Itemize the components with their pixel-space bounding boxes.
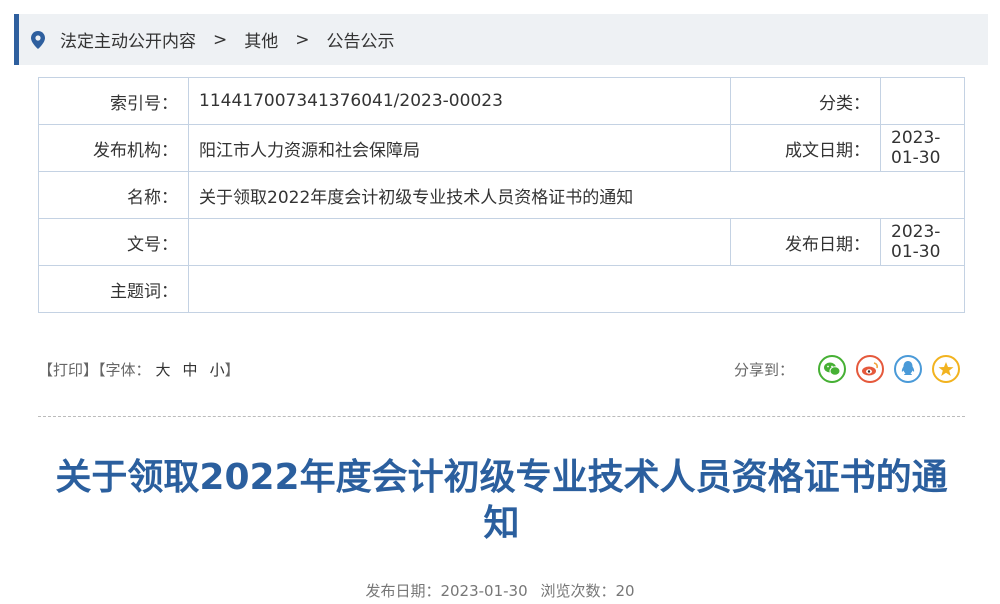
name-label: 名称：: [38, 171, 189, 219]
document-info-table: 索引号： 114417007341376041/2023-00023 分类： 发…: [38, 77, 965, 313]
print-button[interactable]: 【打印】: [38, 361, 98, 379]
font-medium-button[interactable]: 中: [183, 361, 198, 379]
table-row: 发布机构： 阳江市人力资源和社会保障局 成文日期： 2023-01-30: [38, 124, 965, 172]
font-small-button[interactable]: 小: [210, 361, 225, 379]
share-label: 分享到：: [733, 360, 794, 379]
publisher-label: 发布机构：: [38, 124, 189, 172]
index-value: 114417007341376041/2023-00023: [188, 77, 731, 125]
qq-icon[interactable]: [894, 355, 922, 383]
publish-date-value: 2023-01-30: [880, 218, 965, 266]
favorite-star-icon[interactable]: [932, 355, 960, 383]
breadcrumb-separator: >: [213, 29, 228, 50]
category-value: [880, 77, 965, 125]
font-size-suffix: 】: [224, 361, 240, 379]
article-toolbar: 【打印】【字体： 大中小】 分享到：: [38, 355, 965, 385]
table-row: 名称： 关于领取2022年度会计初级专业技术人员资格证书的通知: [38, 171, 965, 219]
breadcrumb-item-public-content[interactable]: 法定主动公开内容: [60, 27, 196, 52]
publisher-value: 阳江市人力资源和社会保障局: [188, 124, 731, 172]
article-title: 关于领取2022年度会计初级专业技术人员资格证书的通知: [55, 457, 948, 544]
print-font-tools: 【打印】【字体： 大中小】: [38, 359, 240, 380]
font-size-prefix: 【字体：: [98, 361, 151, 379]
share-bar: 分享到：: [734, 355, 960, 383]
article-view-count: 浏览次数：20: [540, 582, 635, 600]
doc-number-value: [188, 218, 731, 266]
publish-date-label: 发布日期：: [730, 218, 881, 266]
location-pin-icon: [31, 30, 45, 49]
table-row: 主题词：: [38, 265, 965, 313]
breadcrumb-item-announcements[interactable]: 公告公示: [327, 27, 395, 52]
created-date-value: 2023-01-30: [880, 124, 965, 172]
weibo-icon[interactable]: [856, 355, 884, 383]
table-row: 文号： 发布日期： 2023-01-30: [38, 218, 965, 266]
index-label: 索引号：: [38, 77, 189, 125]
category-label: 分类：: [730, 77, 881, 125]
table-row: 索引号： 114417007341376041/2023-00023 分类：: [38, 77, 965, 125]
keywords-label: 主题词：: [38, 265, 189, 313]
breadcrumb: 法定主动公开内容 > 其他 > 公告公示: [14, 14, 988, 65]
divider: [38, 416, 965, 417]
breadcrumb-separator: >: [295, 29, 310, 50]
article-meta: 发布日期：2023-01-30 浏览次数：20: [0, 580, 1000, 601]
font-large-button[interactable]: 大: [156, 361, 171, 379]
doc-number-label: 文号：: [38, 218, 189, 266]
name-value: 关于领取2022年度会计初级专业技术人员资格证书的通知: [188, 171, 965, 219]
keywords-value: [188, 265, 965, 313]
article-publish-date: 发布日期：2023-01-30: [365, 582, 528, 600]
created-date-label: 成文日期：: [730, 124, 881, 172]
wechat-icon[interactable]: [818, 355, 846, 383]
breadcrumb-item-other[interactable]: 其他: [244, 27, 278, 52]
